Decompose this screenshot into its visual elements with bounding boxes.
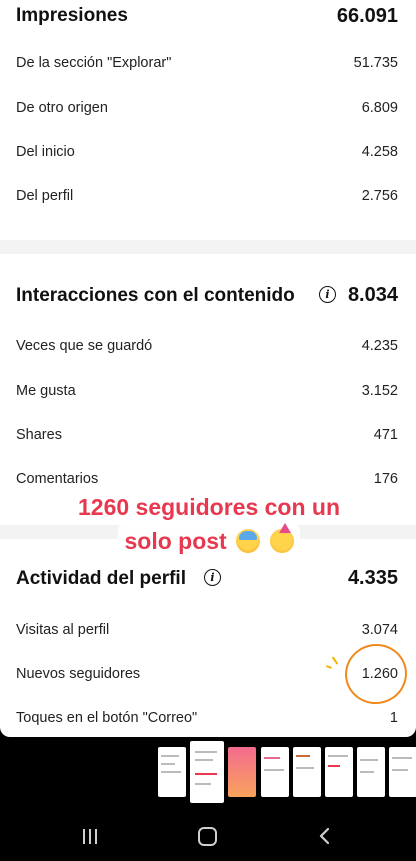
caption-line-2: solo post <box>118 523 300 558</box>
interactions-row-value: 471 <box>373 427 398 443</box>
section-divider <box>0 240 416 254</box>
system-navigation-bar <box>0 808 416 861</box>
home-icon[interactable] <box>198 827 217 846</box>
profile-activity-row-value: 1 <box>389 710 398 726</box>
thumbnail[interactable] <box>389 747 416 797</box>
thumbnail[interactable] <box>158 747 186 797</box>
impressions-row-label: De otro origen <box>16 100 108 116</box>
back-icon[interactable] <box>318 828 330 844</box>
impressions-row-value: 4.258 <box>361 144 398 160</box>
thumbnail[interactable] <box>228 747 256 797</box>
profile-activity-row-label: Visitas al perfil <box>16 622 110 638</box>
profile-activity-row-label: Toques en el botón "Correo" <box>16 710 198 726</box>
interactions-row-label: Veces que se guardó <box>16 338 153 354</box>
interactions-title: Interacciones con el contenido <box>16 285 295 306</box>
insights-panel: Impresiones 66.091 De la sección "Explor… <box>0 0 416 737</box>
caption-line-1: 1260 seguidores con un <box>71 490 347 524</box>
partying-face-emoji <box>269 523 294 553</box>
impressions-row-value: 2.756 <box>361 188 398 204</box>
thumbnail-active[interactable] <box>190 741 224 803</box>
profile-activity-title: Actividad del perfil <box>16 568 186 589</box>
thumbnail[interactable] <box>293 747 321 797</box>
caption-line-2-text: solo post <box>124 528 227 554</box>
interactions-row-value: 3.152 <box>361 383 398 399</box>
impressions-row-label: Del inicio <box>16 144 75 160</box>
interactions-row-value: 4.235 <box>361 338 398 354</box>
impressions-row-value: 51.735 <box>353 55 398 71</box>
profile-activity-row-label: Nuevos seguidores <box>16 666 141 682</box>
interactions-row-value: 176 <box>373 471 398 487</box>
interactions-row-label: Comentarios <box>16 471 99 487</box>
recents-icon[interactable] <box>83 829 99 844</box>
info-icon[interactable]: i <box>204 569 221 586</box>
face-screaming-emoji <box>236 529 261 553</box>
thumbnail-filmstrip[interactable] <box>158 741 416 803</box>
highlight-circle <box>339 638 413 710</box>
impressions-title: Impresiones <box>16 5 128 26</box>
spark-mark <box>331 656 339 665</box>
interactions-row-label: Me gusta <box>16 383 76 399</box>
spark-mark <box>325 665 333 669</box>
info-icon[interactable]: i <box>319 286 336 303</box>
thumbnail[interactable] <box>261 747 289 797</box>
profile-activity-row-value: 3.074 <box>361 622 398 638</box>
caption-overlay: 1260 seguidores con un solo post <box>62 490 356 558</box>
impressions-total: 66.091 <box>336 5 398 27</box>
thumbnail[interactable] <box>357 747 385 797</box>
thumbnail[interactable] <box>325 747 353 797</box>
impressions-row-label: De la sección "Explorar" <box>16 55 172 71</box>
interactions-total: 8.034 <box>347 284 398 306</box>
impressions-row-label: Del perfil <box>16 188 74 204</box>
interactions-row-label: Shares <box>16 427 62 443</box>
profile-activity-total: 4.335 <box>347 567 398 589</box>
impressions-row-value: 6.809 <box>361 100 398 116</box>
